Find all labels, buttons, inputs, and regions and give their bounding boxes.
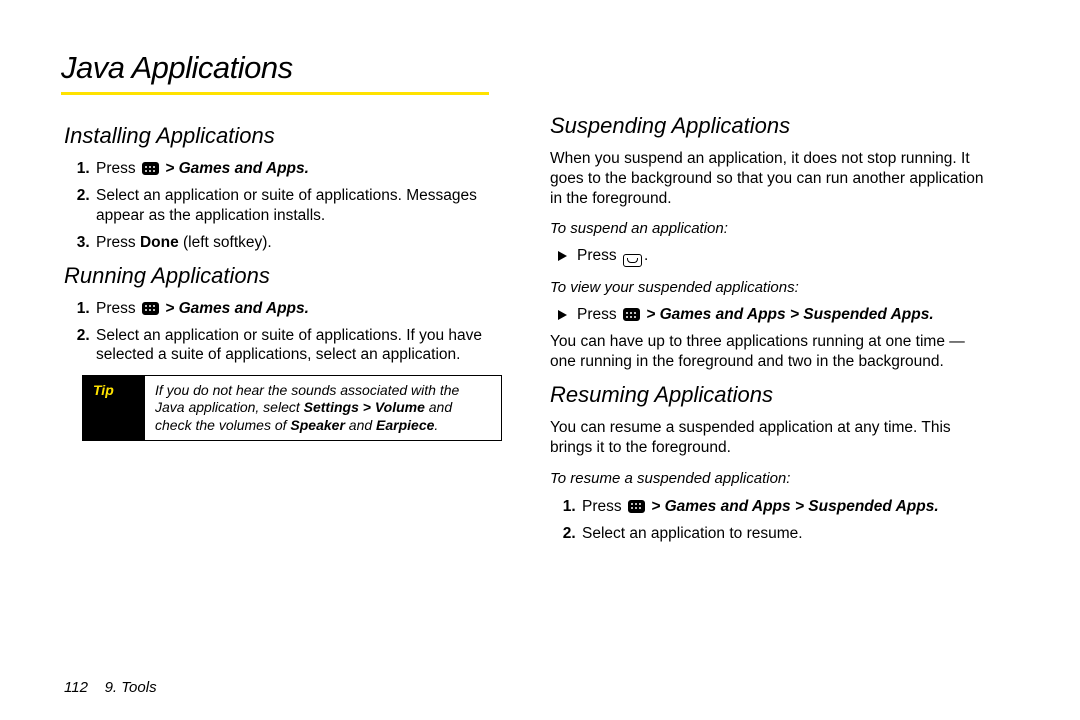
triangle-bullet-icon — [558, 251, 567, 261]
resuming-steps: Press > Games and Apps > Suspended Apps.… — [550, 497, 988, 544]
heading-installing: Installing Applications — [64, 123, 502, 149]
suspending-outro: You can have up to three applications ru… — [550, 332, 988, 372]
heading-resuming: Resuming Applications — [550, 382, 988, 408]
page-title: Java Applications — [61, 50, 1032, 86]
title-rule — [61, 92, 489, 95]
installing-step-1: Press > Games and Apps. — [94, 159, 502, 178]
tip-box: Tip If you do not hear the sounds associ… — [82, 375, 502, 442]
footer-section: 9. Tools — [105, 679, 157, 696]
tip-label: Tip — [83, 376, 145, 441]
columns: Installing Applications Press > Games an… — [64, 113, 1032, 552]
right-column: Suspending Applications When you suspend… — [550, 113, 988, 552]
suspending-intro: When you suspend an application, it does… — [550, 149, 988, 208]
tip-text: If you do not hear the sounds associated… — [145, 376, 501, 441]
subhead-resume: To resume a suspended application: — [550, 470, 988, 487]
page-number: 112 — [64, 679, 88, 696]
manual-page: Java Applications Installing Application… — [0, 0, 1080, 720]
view-suspended-bullet: Press > Games and Apps > Suspended Apps. — [558, 306, 988, 324]
subhead-suspend: To suspend an application: — [550, 220, 988, 237]
menu-key-icon — [142, 302, 159, 315]
resuming-intro: You can resume a suspended application a… — [550, 418, 988, 458]
resuming-step-2: Select an application to resume. — [580, 524, 988, 543]
menu-key-icon — [623, 308, 640, 321]
end-key-icon — [623, 254, 642, 267]
resuming-step-1: Press > Games and Apps > Suspended Apps. — [580, 497, 988, 516]
menu-key-icon — [142, 162, 159, 175]
subhead-view-suspended: To view your suspended applications: — [550, 279, 988, 296]
installing-step-3: Press Done (left softkey). — [94, 233, 502, 252]
heading-suspending: Suspending Applications — [550, 113, 988, 139]
installing-steps: Press > Games and Apps. Select an applic… — [64, 159, 502, 253]
triangle-bullet-icon — [558, 310, 567, 320]
running-steps: Press > Games and Apps. Select an applic… — [64, 299, 502, 365]
installing-step-2: Select an application or suite of applic… — [94, 186, 502, 225]
page-footer: 112 9. Tools — [64, 679, 157, 696]
running-step-1: Press > Games and Apps. — [94, 299, 502, 318]
left-column: Installing Applications Press > Games an… — [64, 113, 502, 552]
heading-running: Running Applications — [64, 263, 502, 289]
menu-key-icon — [628, 500, 645, 513]
running-step-2: Select an application or suite of applic… — [94, 326, 502, 365]
suspend-bullet: Press . — [558, 247, 988, 267]
